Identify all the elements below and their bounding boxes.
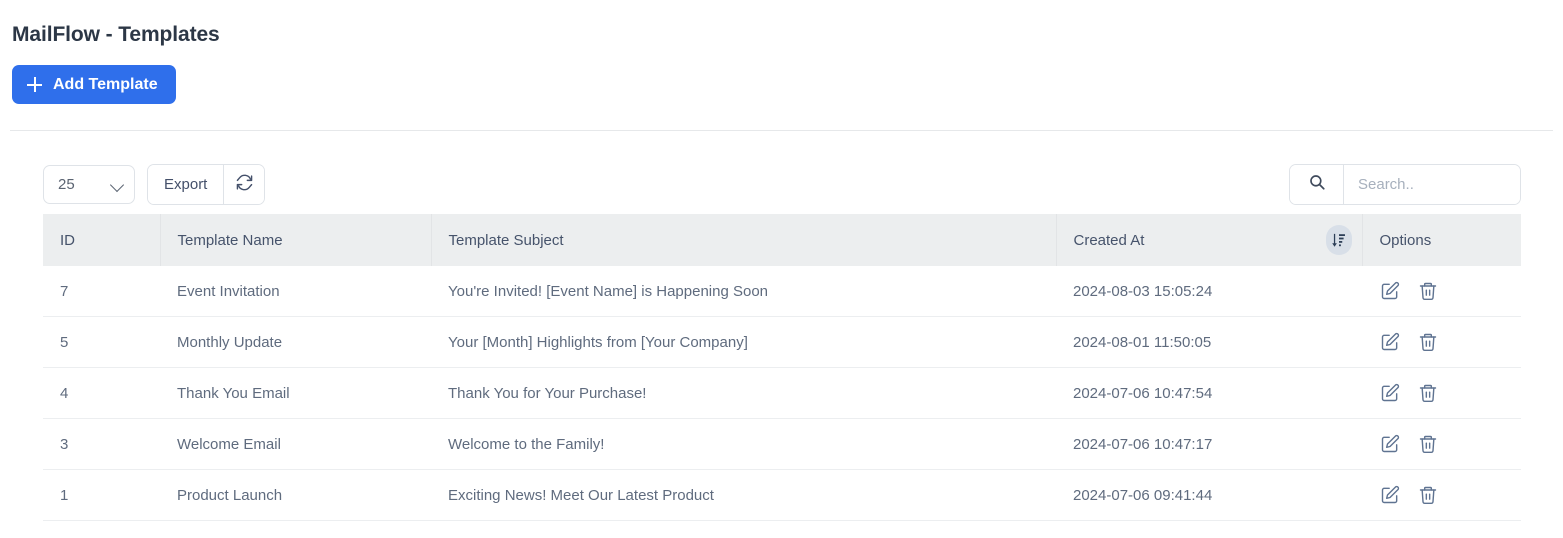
cell-name: Welcome Email: [160, 418, 431, 470]
table-toolbar: 25 Export: [43, 163, 1521, 205]
refresh-button[interactable]: [224, 164, 265, 204]
delete-icon[interactable]: [1417, 434, 1438, 455]
cell-subject: Welcome to the Family!: [431, 418, 1056, 470]
cell-name: Product Launch: [160, 469, 431, 521]
row-actions: [1379, 485, 1521, 506]
page-header: MailFlow - Templates Add Template: [0, 0, 1563, 104]
column-header-name[interactable]: Template Name: [160, 214, 432, 266]
templates-table-container: ID Template Name Template Subject Create…: [43, 214, 1521, 521]
cell-name: Monthly Update: [160, 316, 431, 368]
cell-created-at: 2024-07-06 10:47:54: [1056, 367, 1362, 419]
cell-name: Event Invitation: [160, 266, 431, 317]
edit-icon[interactable]: [1379, 281, 1400, 302]
refresh-icon: [236, 174, 253, 195]
delete-icon[interactable]: [1417, 383, 1438, 404]
sort-amount-down-icon[interactable]: [1325, 225, 1352, 255]
search-icon: [1308, 173, 1326, 196]
delete-icon[interactable]: [1417, 281, 1438, 302]
cell-options: [1362, 316, 1521, 368]
edit-icon[interactable]: [1379, 332, 1400, 353]
table-row[interactable]: 4 Thank You Email Thank You for Your Pur…: [43, 367, 1521, 419]
cell-name: Thank You Email: [160, 367, 431, 419]
column-header-created-at[interactable]: Created At: [1056, 214, 1363, 266]
row-actions: [1379, 332, 1521, 353]
edit-icon[interactable]: [1379, 485, 1400, 506]
page-length-select[interactable]: 25: [43, 164, 135, 204]
table-row[interactable]: 5 Monthly Update Your [Month] Highlights…: [43, 316, 1521, 368]
column-header-subject[interactable]: Template Subject: [431, 214, 1057, 266]
table-row[interactable]: 3 Welcome Email Welcome to the Family! 2…: [43, 418, 1521, 470]
cell-created-at: 2024-08-03 15:05:24: [1056, 266, 1362, 317]
cell-options: [1362, 418, 1521, 470]
search-input[interactable]: [1344, 164, 1520, 204]
column-header-created-at-label: Created At: [1073, 231, 1145, 249]
row-actions: [1379, 281, 1521, 302]
cell-created-at: 2024-08-01 11:50:05: [1056, 316, 1362, 368]
row-actions: [1379, 434, 1521, 455]
cell-created-at: 2024-07-06 10:47:17: [1056, 418, 1362, 470]
plus-icon: [27, 77, 42, 92]
column-header-id[interactable]: ID: [43, 214, 161, 266]
cell-id: 7: [43, 266, 160, 317]
cell-subject: Thank You for Your Purchase!: [431, 367, 1056, 419]
cell-options: [1362, 266, 1521, 317]
column-header-options: Options: [1362, 214, 1521, 266]
cell-subject: Your [Month] Highlights from [Your Compa…: [431, 316, 1056, 368]
cell-id: 3: [43, 418, 160, 470]
templates-table: ID Template Name Template Subject Create…: [43, 214, 1521, 521]
delete-icon[interactable]: [1417, 485, 1438, 506]
cell-id: 5: [43, 316, 160, 368]
search-button[interactable]: [1290, 164, 1344, 204]
table-row[interactable]: 7 Event Invitation You're Invited! [Even…: [43, 266, 1521, 317]
export-button-group: Export: [147, 163, 266, 205]
delete-icon[interactable]: [1417, 332, 1438, 353]
table-row[interactable]: 1 Product Launch Exciting News! Meet Our…: [43, 469, 1521, 521]
export-button[interactable]: Export: [148, 164, 225, 204]
header-divider: [10, 130, 1553, 131]
cell-options: [1362, 367, 1521, 419]
cell-options: [1362, 469, 1521, 521]
page-root: MailFlow - Templates Add Template 25 Exp…: [0, 0, 1563, 538]
cell-subject: Exciting News! Meet Our Latest Product: [431, 469, 1056, 521]
page-title: MailFlow - Templates: [12, 23, 220, 46]
cell-created-at: 2024-07-06 09:41:44: [1056, 469, 1362, 521]
edit-icon[interactable]: [1379, 383, 1400, 404]
toolbar-left-group: 25 Export: [43, 163, 266, 205]
cell-id: 4: [43, 367, 160, 419]
page-length-select-wrapper: 25: [43, 164, 135, 204]
table-header: ID Template Name Template Subject Create…: [43, 214, 1521, 266]
cell-subject: You're Invited! [Event Name] is Happenin…: [431, 266, 1056, 317]
row-actions: [1379, 383, 1521, 404]
edit-icon[interactable]: [1379, 434, 1400, 455]
add-template-label: Add Template: [53, 76, 158, 93]
search-group: [1289, 163, 1521, 205]
add-template-button[interactable]: Add Template: [12, 65, 176, 104]
table-header-row: ID Template Name Template Subject Create…: [43, 214, 1521, 266]
table-body: 7 Event Invitation You're Invited! [Even…: [43, 266, 1521, 521]
cell-id: 1: [43, 469, 160, 521]
